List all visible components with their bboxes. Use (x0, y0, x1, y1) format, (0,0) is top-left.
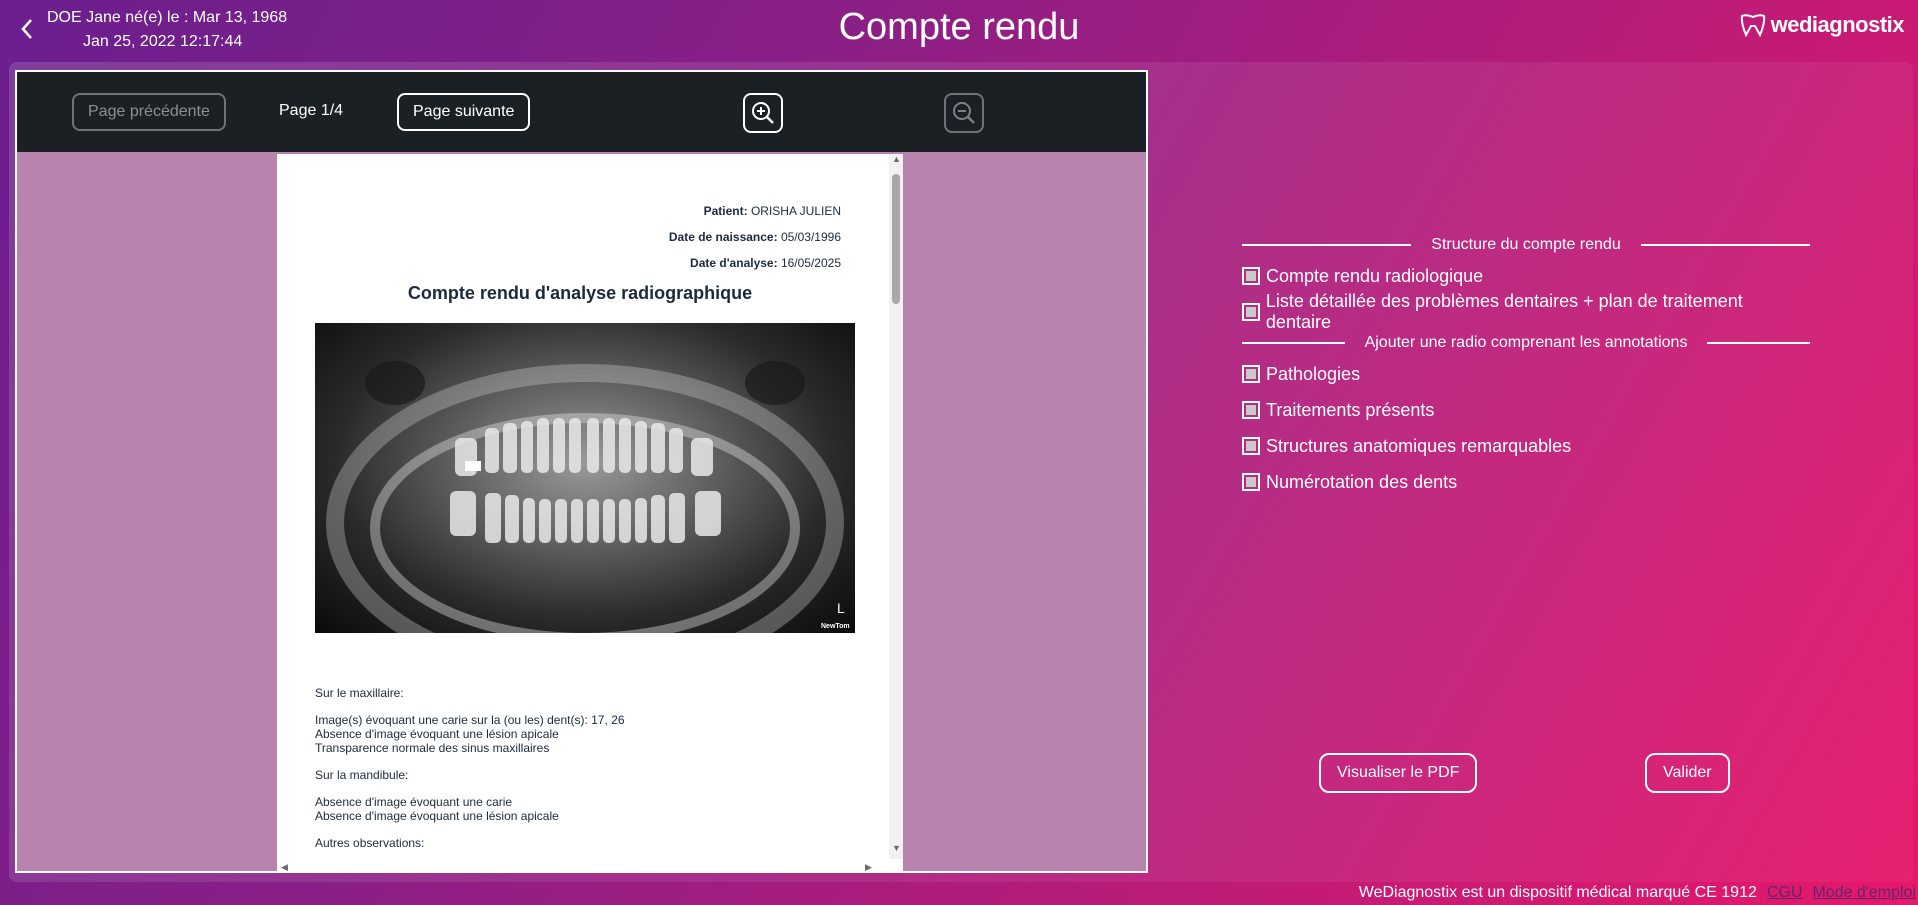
section-structure-title: Structure du compte rendu (1242, 232, 1810, 258)
checkbox-pathologies[interactable]: Pathologies (1242, 356, 1810, 392)
mandibule-heading: Sur la mandibule: (315, 768, 409, 782)
checkbox-box[interactable] (1242, 267, 1260, 285)
document-area[interactable]: Patient: ORISHA JULIEN Date de naissance… (277, 154, 903, 871)
checkbox-box[interactable] (1242, 473, 1260, 491)
checkbox-traitements-presents[interactable]: Traitements présents (1242, 392, 1810, 428)
scroll-right-icon[interactable]: ▶ (865, 862, 872, 871)
zoom-in-button[interactable] (743, 93, 783, 133)
section-structure-label: Structure du compte rendu (1431, 236, 1621, 253)
pdf-viewer: Page précédente Page 1/4 Page suivante P… (15, 70, 1148, 873)
vertical-scrollbar[interactable]: ▲ ▼ (889, 154, 903, 859)
zoom-out-icon (953, 102, 975, 124)
patient-label: Patient: (703, 204, 748, 218)
next-page-button[interactable]: Page suivante (397, 93, 531, 131)
birth-date-label: Date de naissance: (668, 230, 778, 244)
checkbox-box[interactable] (1242, 401, 1260, 419)
horizontal-scrollbar[interactable]: ◀ ▶ (277, 859, 889, 871)
viewer-toolbar: Page précédente Page 1/4 Page suivante (17, 72, 1146, 152)
maxillaire-line-3: Transparence normale des sinus maxillair… (315, 741, 550, 755)
xray-marker: L (837, 600, 845, 616)
ce-notice: WeDiagnostix est un dispositif médical m… (1358, 884, 1757, 901)
checkbox-box[interactable] (1242, 365, 1260, 383)
cgu-link[interactable]: CGU (1767, 884, 1803, 902)
maxillaire-line-2: Absence d'image évoquant une lésion apic… (315, 727, 559, 741)
section-annotations-label: Ajouter une radio comprenant les annotat… (1364, 334, 1688, 351)
page-indicator: Page 1/4 (279, 102, 344, 119)
checkbox-label: Traitements présents (1266, 399, 1435, 420)
checkbox-box[interactable] (1242, 437, 1260, 455)
scroll-down-icon[interactable]: ▼ (892, 843, 901, 853)
header: DOE Jane né(e) le : Mar 13, 1968 Jan 25,… (0, 0, 1918, 60)
scroll-up-icon[interactable]: ▲ (892, 154, 901, 164)
checkbox-label: Structures anatomiques remarquables (1266, 435, 1572, 456)
analysis-date-value: 16/05/2025 (780, 256, 841, 270)
document-meta: Patient: ORISHA JULIEN Date de naissance… (669, 198, 841, 276)
document-title: Compte rendu d'analyse radiographique (407, 283, 753, 303)
zoom-in-icon (752, 102, 774, 124)
logo: wediagnostix (1739, 12, 1905, 38)
checkbox-label: Compte rendu radiologique (1266, 265, 1484, 286)
scroll-left-icon[interactable]: ◀ (281, 862, 288, 871)
mandibule-line-2: Absence d'image évoquant une lésion apic… (315, 809, 559, 823)
report-options-panel: Structure du compte rendu Compte rendu r… (1242, 232, 1810, 500)
checkbox-structures-anatomiques[interactable]: Structures anatomiques remarquables (1242, 428, 1810, 464)
birth-date-value: 05/03/1996 (780, 230, 841, 244)
patient-value: ORISHA JULIEN (750, 204, 841, 218)
maxillaire-line-1: Image(s) évoquant une carie sur la (ou l… (315, 713, 625, 727)
document-page: Patient: ORISHA JULIEN Date de naissance… (287, 166, 873, 871)
tooth-logo-icon (1740, 14, 1765, 37)
xray-brand: NewTom (821, 623, 850, 630)
preview-pdf-button[interactable]: Visualiser le PDF (1319, 753, 1478, 793)
checkbox-label: Liste détaillée des problèmes dentaires … (1265, 291, 1743, 332)
mandibule-line-1: Absence d'image évoquant une carie (315, 795, 513, 809)
autres-heading: Autres observations: (315, 836, 425, 850)
report-text: Sur le maxillaire: Image(s) évoquant une… (315, 686, 625, 863)
zoom-out-button[interactable] (944, 93, 984, 133)
page-title: Compte rendu (838, 6, 1080, 48)
checkbox-numerotation-dents[interactable]: Numérotation des dents (1242, 464, 1810, 500)
section-annotations-title: Ajouter une radio comprenant les annotat… (1242, 330, 1810, 356)
user-manual-link[interactable]: Mode d'emploi (1812, 884, 1916, 902)
vertical-scroll-thumb[interactable] (892, 174, 900, 304)
validate-button[interactable]: Valider (1645, 753, 1730, 793)
footer: WeDiagnostix est un dispositif médical m… (1359, 882, 1918, 904)
checkbox-compte-rendu-radiologique[interactable]: Compte rendu radiologique (1242, 258, 1810, 294)
logo-text: wediagnostix (1770, 12, 1905, 37)
checkbox-liste-problemes-dentaires[interactable]: Liste détaillée des problèmes dentaires … (1242, 291, 1810, 332)
analysis-date-label: Date d'analyse: (690, 256, 778, 270)
prev-page-button[interactable]: Page précédente (72, 93, 226, 131)
checkbox-label: Numérotation des dents (1266, 471, 1458, 492)
checkbox-box[interactable] (1242, 303, 1260, 321)
maxillaire-heading: Sur le maxillaire: (315, 686, 404, 700)
panoramic-xray-image: L NewTom (315, 323, 855, 633)
checkbox-label: Pathologies (1266, 363, 1361, 384)
